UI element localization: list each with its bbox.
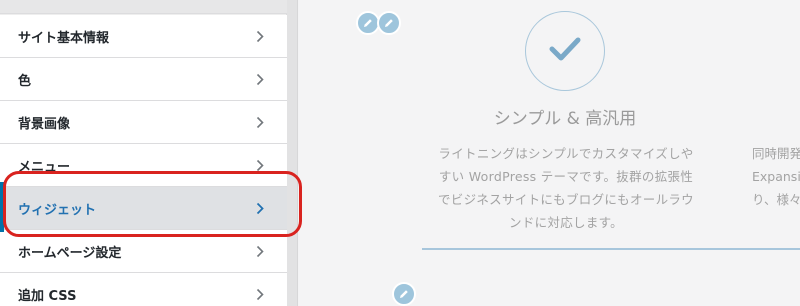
- feature-line: ライトニングはシンプルでカスタマイズしや: [438, 146, 694, 161]
- sidebar-item-background-image[interactable]: 背景画像: [0, 101, 287, 144]
- pencil-icon[interactable]: [392, 282, 416, 306]
- sidebar-item-site-identity[interactable]: サイト基本情報: [0, 15, 287, 58]
- chevron-right-icon: [253, 244, 267, 258]
- sidebar-item-label: 追加 CSS: [18, 288, 77, 304]
- feature-line: 同時開発: [752, 146, 800, 161]
- feature-description-2: 同時開発 Expansi り、様々: [752, 142, 800, 211]
- feature-check-circle: [525, 11, 605, 91]
- sidebar-item-label: メニュー: [18, 159, 71, 175]
- pencil-icon[interactable]: [377, 11, 401, 35]
- sidebar-header: [0, 0, 287, 14]
- sidebar-item-label: 色: [18, 73, 32, 89]
- check-icon: [549, 36, 581, 66]
- sidebar-item-label: 背景画像: [18, 116, 71, 132]
- chevron-right-icon: [253, 29, 267, 43]
- feature-title: シンプル & 高汎用: [493, 109, 637, 129]
- sidebar-item-label: サイト基本情報: [18, 30, 110, 46]
- chevron-right-icon: [253, 72, 267, 86]
- sidebar-item-menus[interactable]: メニュー: [0, 144, 287, 187]
- sidebar-item-additional-css[interactable]: 追加 CSS: [0, 273, 287, 306]
- customizer-sidebar: サイト基本情報 色 背景画像 メニュー ウィジェット ホームページ設定 追加 C…: [0, 0, 287, 306]
- sidebar-item-homepage-settings[interactable]: ホームページ設定: [0, 230, 287, 273]
- chevron-right-icon: [253, 287, 267, 301]
- feature-description: ライトニングはシンプルでカスタマイズしや すい WordPress テーマです。…: [425, 142, 707, 234]
- feature-line: でビジネスサイトにもブログにもオールラウ: [437, 192, 694, 207]
- chevron-right-icon: [253, 201, 267, 215]
- chevron-right-icon: [253, 158, 267, 172]
- active-item-indicator: [0, 182, 4, 232]
- section-divider: [422, 248, 800, 250]
- feature-line: ンドに対応します。: [509, 215, 623, 230]
- sidebar-scrollbar[interactable]: [287, 0, 298, 306]
- feature-line: Expansi: [752, 169, 800, 184]
- feature-line: り、様々: [752, 192, 800, 207]
- sidebar-item-label: ウィジェット: [18, 202, 97, 218]
- sidebar-item-colors[interactable]: 色: [0, 58, 287, 101]
- sidebar-item-label: ホームページ設定: [18, 245, 122, 261]
- chevron-right-icon: [253, 115, 267, 129]
- feature-line: すい WordPress テーマです。抜群の拡張性: [438, 169, 694, 184]
- sidebar-item-widgets[interactable]: ウィジェット: [0, 187, 287, 230]
